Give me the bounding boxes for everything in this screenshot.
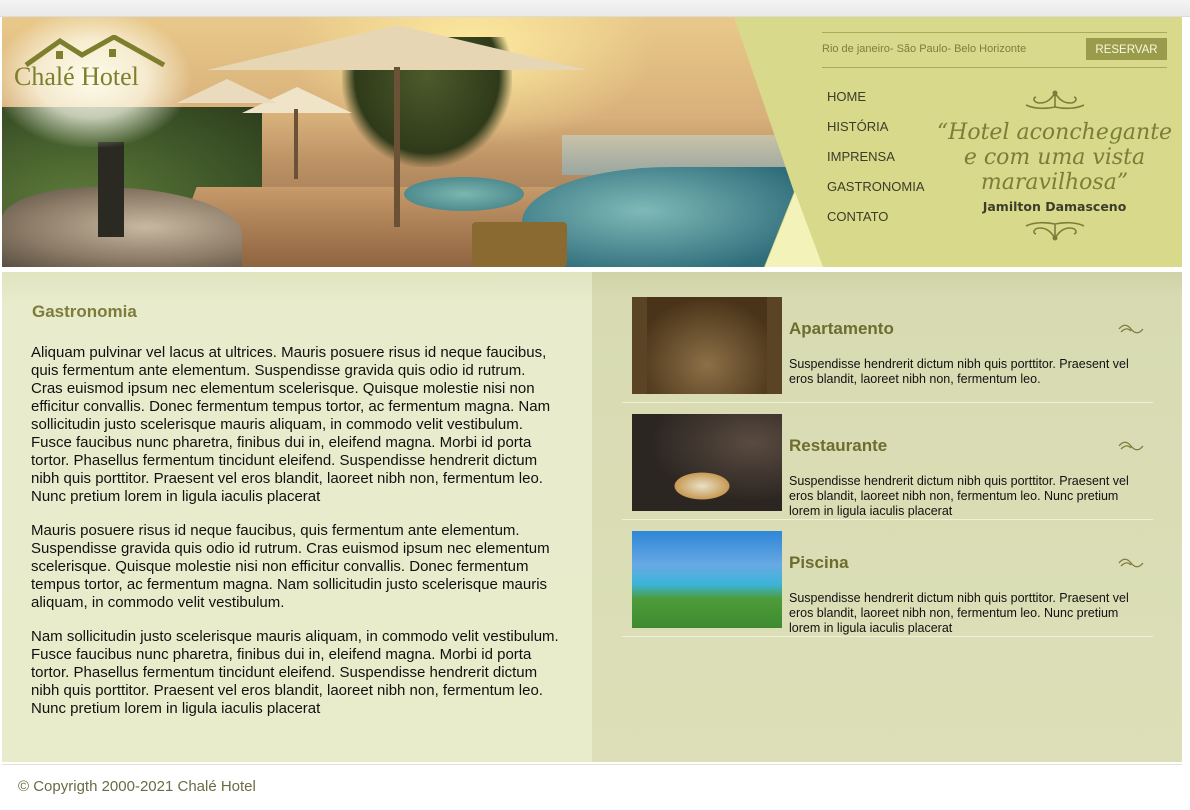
main-content: Gastronomia Aliquam pulvinar vel lacus a… [2,272,592,762]
logo-text: Chalé Hotel [14,62,139,91]
card-restaurante[interactable]: Restaurante Suspendisse hendrerit dictum… [622,414,1153,520]
header: Chalé Hotel Rio de janeiro- São Paulo- B… [2,17,1182,267]
paragraph: Mauris posuere risus id neque faucibus, … [31,522,550,611]
restaurante-image[interactable] [632,414,782,511]
piscina-image[interactable] [632,531,782,628]
paragraph: Aliquam pulvinar vel lacus at ultrices. … [31,344,551,505]
wave-icon [1118,441,1144,451]
copyright-text: © Copyrigth 2000-2021 Chalé Hotel [18,778,256,795]
wave-icon [1118,558,1144,568]
article-body: Aliquam pulvinar vel lacus at ultrices. … [31,344,561,734]
paragraph: Nam sollicitudin justo scelerisque mauri… [31,628,559,717]
locations-bar: Rio de janeiro- São Paulo- Belo Horizont… [822,32,1167,68]
reserve-button[interactable]: RESERVAR [1086,38,1167,60]
section-title: Gastronomia [32,302,137,321]
apartamento-image[interactable] [632,297,782,394]
nav-contato[interactable]: CONTATO [827,209,925,239]
testimonial: “Hotel aconchegante e com uma vista mara… [932,89,1177,247]
ornament-top-icon [1025,90,1084,110]
card-apartamento[interactable]: Apartamento Suspendisse hendrerit dictum… [622,297,1153,403]
testimonial-quote: “Hotel aconchegante e com uma vista mara… [936,120,1173,195]
card-text: Suspendisse hendrerit dictum nibh quis p… [789,357,1129,386]
main-nav: HOME HISTÓRIA IMPRENSA GASTRONOMIA CONTA… [827,89,925,239]
card-title[interactable]: Apartamento [789,319,894,339]
footer: © Copyrigth 2000-2021 Chalé Hotel [2,764,1182,810]
testimonial-author: Jamilton Damasceno [982,199,1127,214]
card-piscina[interactable]: Piscina Suspendisse hendrerit dictum nib… [622,531,1153,637]
card-title[interactable]: Piscina [789,553,849,573]
card-text: Suspendisse hendrerit dictum nibh quis p… [789,591,1129,635]
nav-historia[interactable]: HISTÓRIA [827,119,925,149]
card-text: Suspendisse hendrerit dictum nibh quis p… [789,474,1129,518]
wave-icon [1118,324,1144,334]
sidebar: Apartamento Suspendisse hendrerit dictum… [592,272,1182,762]
card-title[interactable]: Restaurante [789,436,887,456]
ornament-bottom-icon [1025,221,1084,241]
nav-home[interactable]: HOME [827,89,925,119]
logo[interactable]: Chalé Hotel [2,17,192,147]
nav-imprensa[interactable]: IMPRENSA [827,149,925,179]
locations-text: Rio de janeiro- São Paulo- Belo Horizont… [822,43,1027,55]
nav-gastronomia[interactable]: GASTRONOMIA [827,179,925,209]
browser-top-strip [0,0,1190,17]
